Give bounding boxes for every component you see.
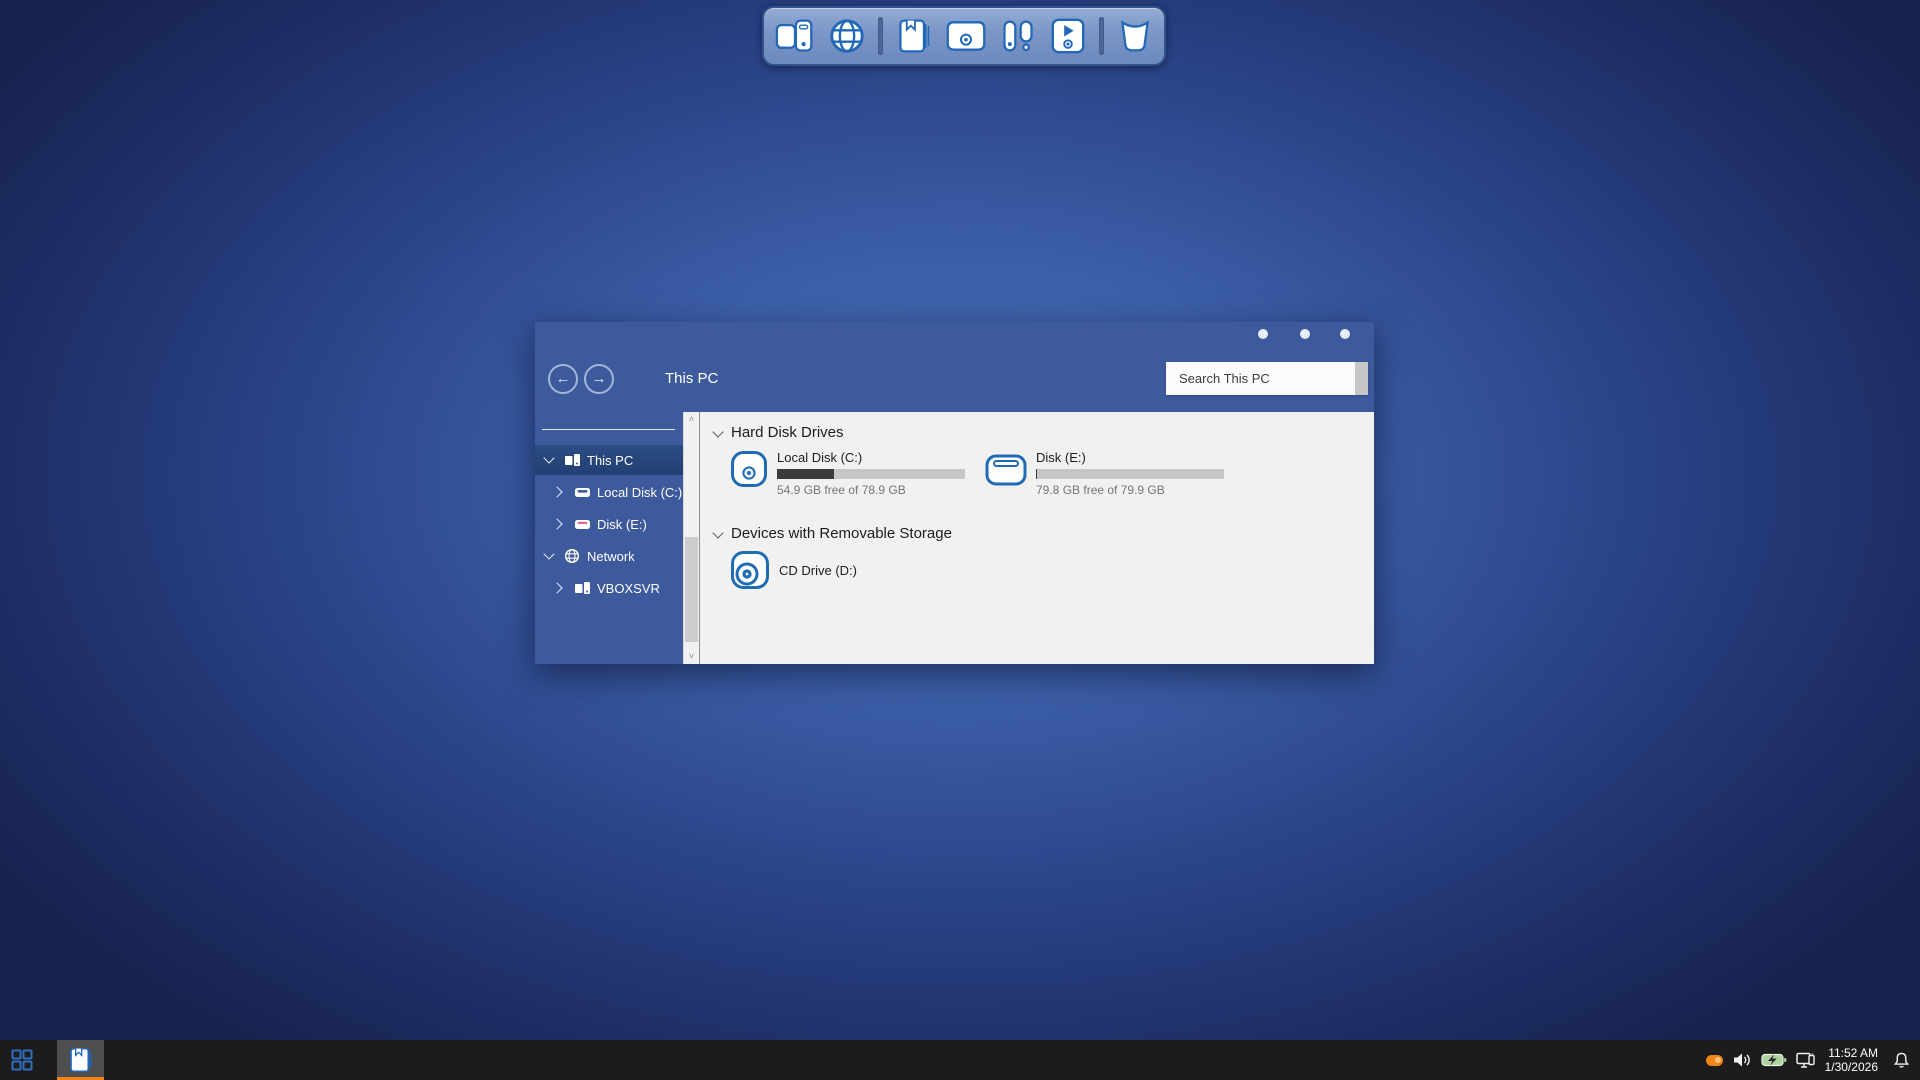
usage-bar bbox=[1036, 469, 1224, 479]
drive-local-disk-c[interactable]: Local Disk (C:) 54.9 GB free of 78.9 GB bbox=[730, 450, 965, 497]
cd-drive-icon bbox=[730, 550, 770, 590]
media-player-icon[interactable] bbox=[1049, 14, 1087, 58]
sidebar-item-label: VBOXSVR bbox=[597, 580, 660, 596]
minimize-button[interactable] bbox=[1258, 329, 1268, 339]
usage-bar bbox=[777, 469, 965, 479]
sidebar-item-label: Network bbox=[587, 548, 635, 564]
sidebar: This PC Local Disk (C:) Disk (E:) Networ… bbox=[535, 412, 683, 664]
network-globe-icon bbox=[564, 548, 581, 564]
section-hard-disk-drives[interactable]: Hard Disk Drives bbox=[700, 412, 1374, 441]
clock[interactable]: 11:52 AM 1/30/2026 bbox=[1825, 1046, 1878, 1074]
clock-time: 11:52 AM bbox=[1828, 1046, 1878, 1060]
sidebar-item-label: This PC bbox=[587, 452, 634, 468]
section-title: Hard Disk Drives bbox=[731, 424, 844, 441]
chevron-down-icon[interactable] bbox=[543, 454, 555, 466]
status-toggle-icon[interactable] bbox=[1705, 1054, 1723, 1066]
maximize-button[interactable] bbox=[1300, 329, 1310, 339]
sidebar-item-label: Local Disk (C:) bbox=[597, 484, 683, 500]
sidebar-item-this-pc[interactable]: This PC bbox=[535, 445, 683, 475]
scroll-thumb[interactable] bbox=[685, 537, 698, 642]
sidebar-item-network[interactable]: Network bbox=[535, 541, 683, 571]
drive-cd-d[interactable]: CD Drive (D:) bbox=[730, 550, 1374, 590]
window-header: ← → This PC bbox=[535, 322, 1374, 412]
close-button[interactable] bbox=[1340, 329, 1350, 339]
sidebar-item-vboxsvr[interactable]: VBOXSVR bbox=[535, 573, 683, 603]
dock-divider bbox=[1099, 17, 1104, 55]
alerts-icon[interactable] bbox=[999, 14, 1037, 58]
sidebar-separator bbox=[542, 429, 675, 430]
trash-icon[interactable] bbox=[1116, 14, 1154, 58]
clock-date: 1/30/2026 bbox=[1824, 1060, 1878, 1074]
chevron-right-icon[interactable] bbox=[553, 582, 565, 594]
book-library-icon[interactable] bbox=[895, 14, 933, 58]
search-box bbox=[1166, 362, 1368, 395]
volume-icon[interactable] bbox=[1732, 1052, 1752, 1068]
drive-icon bbox=[574, 484, 591, 500]
section-title: Devices with Removable Storage bbox=[731, 525, 952, 542]
drive-label: CD Drive (D:) bbox=[779, 562, 857, 578]
hard-drive-icon bbox=[985, 450, 1027, 497]
location-label: This PC bbox=[665, 370, 719, 387]
search-input[interactable] bbox=[1166, 362, 1355, 395]
scroll-up-arrow[interactable]: ˄ bbox=[684, 412, 699, 427]
free-space-label: 79.8 GB free of 79.9 GB bbox=[1036, 483, 1165, 497]
chevron-down-icon bbox=[712, 427, 724, 439]
vertical-scrollbar[interactable]: ˄ ˅ bbox=[683, 412, 699, 664]
dock-divider bbox=[878, 17, 883, 55]
battery-icon[interactable] bbox=[1761, 1051, 1787, 1069]
taskbar: 11:52 AM 1/30/2026 bbox=[0, 1040, 1920, 1080]
scroll-down-arrow[interactable]: ˅ bbox=[684, 649, 699, 664]
chevron-down-icon bbox=[712, 528, 724, 540]
content-pane: Hard Disk Drives Local Disk (C:) 54.9 GB… bbox=[699, 412, 1374, 664]
pc-icon bbox=[574, 580, 591, 596]
top-dock bbox=[762, 6, 1166, 66]
search-button[interactable] bbox=[1355, 362, 1368, 395]
sidebar-item-disk-e[interactable]: Disk (E:) bbox=[535, 509, 683, 539]
back-button[interactable]: ← bbox=[548, 364, 578, 394]
sidebar-item-local-disk-c[interactable]: Local Disk (C:) bbox=[535, 477, 683, 507]
hard-drive-icon bbox=[730, 450, 768, 497]
chevron-right-icon[interactable] bbox=[553, 486, 565, 498]
globe-browser-icon[interactable] bbox=[828, 14, 866, 58]
start-grid-icon bbox=[11, 1049, 33, 1071]
notifications-bell-icon[interactable] bbox=[1893, 1052, 1910, 1069]
section-removable-storage[interactable]: Devices with Removable Storage bbox=[700, 513, 1374, 542]
desktop: { "dock": { "icons": ["computer", "globe… bbox=[0, 0, 1920, 1080]
display-device-icon[interactable] bbox=[1795, 1051, 1816, 1069]
drive-icon bbox=[574, 516, 591, 532]
file-explorer-window: ← → This PC Th bbox=[535, 322, 1374, 664]
media-drive-icon[interactable] bbox=[945, 14, 987, 58]
usage-bar-fill bbox=[777, 469, 835, 479]
drive-label: Local Disk (C:) bbox=[777, 450, 863, 465]
book-library-icon bbox=[69, 1047, 92, 1073]
drive-disk-e[interactable]: Disk (E:) 79.8 GB free of 79.9 GB bbox=[985, 450, 1224, 497]
start-button[interactable] bbox=[0, 1040, 44, 1080]
usage-bar-fill bbox=[1036, 469, 1037, 479]
chevron-right-icon[interactable] bbox=[553, 518, 565, 530]
taskbar-file-explorer[interactable] bbox=[57, 1040, 104, 1080]
drive-label: Disk (E:) bbox=[1036, 450, 1086, 465]
pc-icon bbox=[564, 452, 581, 468]
computer-icon[interactable] bbox=[774, 14, 816, 58]
free-space-label: 54.9 GB free of 78.9 GB bbox=[777, 483, 906, 497]
system-tray: 11:52 AM 1/30/2026 bbox=[1705, 1040, 1920, 1080]
sidebar-item-label: Disk (E:) bbox=[597, 516, 647, 532]
forward-button[interactable]: → bbox=[584, 364, 614, 394]
chevron-down-icon[interactable] bbox=[543, 550, 555, 562]
